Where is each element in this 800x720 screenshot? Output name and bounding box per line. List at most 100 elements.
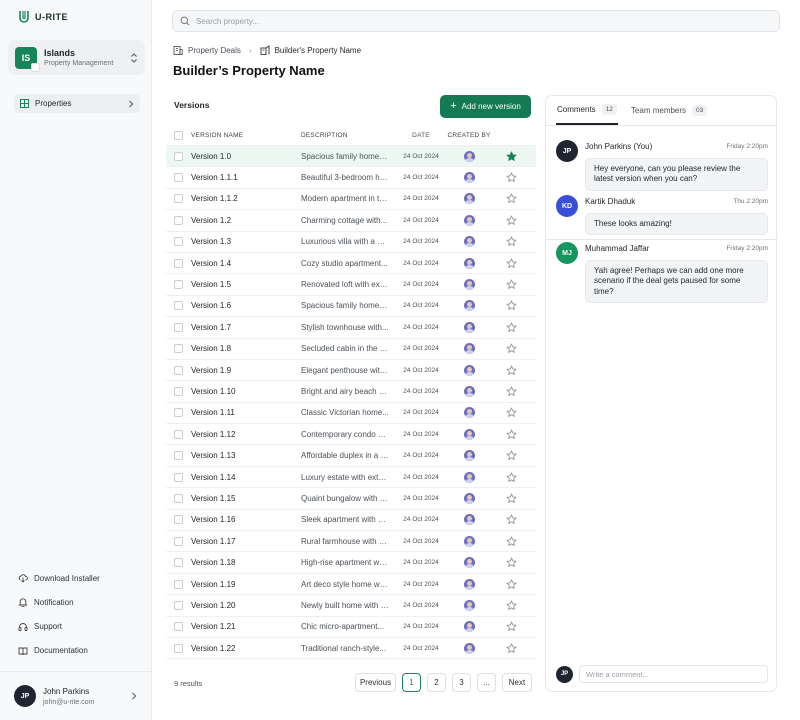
table-row[interactable]: Version 1.6 Spacious family home i... 24 O…: [166, 296, 536, 318]
star-icon[interactable]: [506, 365, 517, 376]
column-header-description[interactable]: DESCRIPTION: [301, 132, 395, 139]
star-icon[interactable]: [506, 279, 517, 290]
table-row[interactable]: Version 1.1.2 Modern apartment in th... 24…: [166, 189, 536, 211]
page-button-3[interactable]: 3: [452, 673, 471, 692]
row-checkbox[interactable]: [174, 322, 183, 332]
table-row[interactable]: Version 1.3 Luxurious villa with a po... 2…: [166, 232, 536, 253]
page-ellipsis[interactable]: ...: [477, 673, 496, 692]
add-new-version-button[interactable]: + Add new version: [440, 95, 531, 118]
column-header-name[interactable]: VERSION NAME: [191, 132, 301, 139]
star-icon[interactable]: [506, 386, 517, 397]
sidebar-item-properties[interactable]: Properties: [14, 94, 140, 113]
star-icon[interactable]: [506, 343, 517, 354]
row-checkbox[interactable]: [174, 258, 183, 268]
table-row[interactable]: Version 1.12 Contemporary condo w... 24 Oc…: [166, 424, 536, 446]
column-header-created-by[interactable]: CREATED BY: [447, 132, 491, 139]
workspace-switcher[interactable]: IS Islands Property Management: [8, 40, 145, 75]
table-row[interactable]: Version 1.9 Elegant penthouse with... 24 O…: [166, 360, 536, 382]
star-icon[interactable]: [506, 193, 517, 204]
row-checkbox[interactable]: [174, 600, 183, 610]
table-row[interactable]: Version 1.21 Chic micro-apartment... 24 Oc…: [166, 617, 536, 638]
sidebar-item-download-installer[interactable]: Download Installer: [18, 572, 100, 584]
row-checkbox[interactable]: [174, 451, 183, 461]
table-row[interactable]: Version 1.2 Charming cottage with... 24 Oc…: [166, 210, 536, 232]
tab-team-members[interactable]: Team members 03: [630, 95, 708, 125]
previous-page-button[interactable]: Previous: [355, 673, 396, 692]
star-icon[interactable]: [506, 643, 517, 654]
star-icon[interactable]: [506, 407, 517, 418]
row-checkbox[interactable]: [174, 536, 183, 546]
row-checkbox[interactable]: [174, 622, 183, 632]
star-icon[interactable]: [506, 536, 517, 547]
table-row[interactable]: Version 1.22 Traditional ranch-style... 24…: [166, 638, 536, 660]
table-row[interactable]: Version 1.19 Art deco style home wit... 24…: [166, 574, 536, 596]
table-row[interactable]: Version 1.14 Luxury estate with exte... 24…: [166, 467, 536, 489]
versions-table: VERSION NAME DESCRIPTION DATE CREATED BY…: [166, 126, 536, 660]
sidebar-item-notification[interactable]: Notification: [18, 596, 100, 608]
row-checkbox[interactable]: [174, 472, 183, 482]
table-row[interactable]: Version 1.0 Spacious family home i... 24 O…: [166, 146, 536, 168]
comment-input[interactable]: [579, 665, 768, 683]
row-checkbox[interactable]: [174, 429, 183, 439]
table-row[interactable]: Version 1.20 Newly built home with e... 24…: [166, 595, 536, 617]
star-icon[interactable]: [506, 579, 517, 590]
star-icon[interactable]: [506, 450, 517, 461]
row-checkbox[interactable]: [174, 194, 183, 204]
row-checkbox[interactable]: [174, 558, 183, 568]
row-checkbox[interactable]: [174, 301, 183, 311]
table-row[interactable]: Version 1.8 Secluded cabin in the w... 24 …: [166, 339, 536, 360]
user-profile[interactable]: JP John Parkins john@u-rite.com: [0, 671, 151, 720]
table-row[interactable]: Version 1.4 Cozy studio apartment... 24 Oc…: [166, 253, 536, 275]
column-header-date[interactable]: DATE: [395, 132, 447, 139]
table-row[interactable]: Version 1.17 Rural farmhouse with e... 24 …: [166, 531, 536, 553]
row-checkbox[interactable]: [174, 515, 183, 525]
table-row[interactable]: Version 1.11 Classic Victorian home... 24 …: [166, 403, 536, 425]
next-page-button[interactable]: Next: [502, 673, 532, 692]
star-icon[interactable]: [506, 557, 517, 568]
sidebar-item-support[interactable]: Support: [18, 621, 100, 633]
star-icon[interactable]: [506, 215, 517, 226]
row-checkbox[interactable]: [174, 493, 183, 503]
row-checkbox[interactable]: [174, 579, 183, 589]
version-description: Modern apartment in th...: [301, 194, 391, 204]
brand-logo[interactable]: U-RITE: [18, 10, 68, 23]
star-icon[interactable]: [506, 322, 517, 333]
comment-author: Muhammad Jaffar: [585, 243, 650, 253]
star-icon[interactable]: [506, 429, 517, 440]
star-icon[interactable]: [506, 258, 517, 269]
row-checkbox[interactable]: [174, 643, 183, 653]
page-button-2[interactable]: 2: [427, 673, 446, 692]
row-checkbox[interactable]: [174, 344, 183, 354]
star-icon[interactable]: [506, 472, 517, 483]
star-icon[interactable]: [506, 600, 517, 611]
row-checkbox[interactable]: [174, 215, 183, 225]
row-checkbox[interactable]: [174, 237, 183, 247]
table-row[interactable]: Version 1.1.1 Beautiful 3-bedroom ho... 24…: [166, 167, 536, 189]
row-checkbox[interactable]: [174, 280, 183, 290]
table-row[interactable]: Version 1.5 Renovated loft with exp... 24 …: [166, 274, 536, 296]
row-checkbox[interactable]: [174, 151, 183, 161]
star-icon[interactable]: [506, 236, 517, 247]
table-row[interactable]: Version 1.13 Affordable duplex in a f... 2…: [166, 445, 536, 467]
row-checkbox[interactable]: [174, 408, 183, 418]
row-checkbox[interactable]: [174, 173, 183, 183]
page-button-1[interactable]: 1: [402, 673, 421, 692]
breadcrumb-parent[interactable]: Property Deals: [188, 46, 241, 55]
row-checkbox[interactable]: [174, 365, 183, 375]
table-row[interactable]: Version 1.10 Bright and airy beach h... 24…: [166, 381, 536, 403]
select-all-checkbox[interactable]: [174, 131, 183, 140]
star-icon[interactable]: [506, 514, 517, 525]
star-icon[interactable]: [506, 621, 517, 632]
star-icon[interactable]: [506, 493, 517, 504]
star-icon[interactable]: [506, 300, 517, 311]
star-icon[interactable]: [506, 172, 517, 183]
table-row[interactable]: Version 1.7 Stylish townhouse with... 24 O…: [166, 317, 536, 339]
table-row[interactable]: Version 1.16 Sleek apartment with m... 24 …: [166, 510, 536, 532]
row-checkbox[interactable]: [174, 386, 183, 396]
table-row[interactable]: Version 1.18 High-rise apartment wit... 24…: [166, 552, 536, 574]
search-input[interactable]: [196, 16, 772, 26]
star-icon[interactable]: [506, 151, 517, 162]
tab-comments[interactable]: Comments 12: [556, 95, 618, 125]
table-row[interactable]: Version 1.15 Quaint bungalow with a... 24 …: [166, 488, 536, 510]
sidebar-item-documentation[interactable]: Documentation: [18, 645, 100, 657]
